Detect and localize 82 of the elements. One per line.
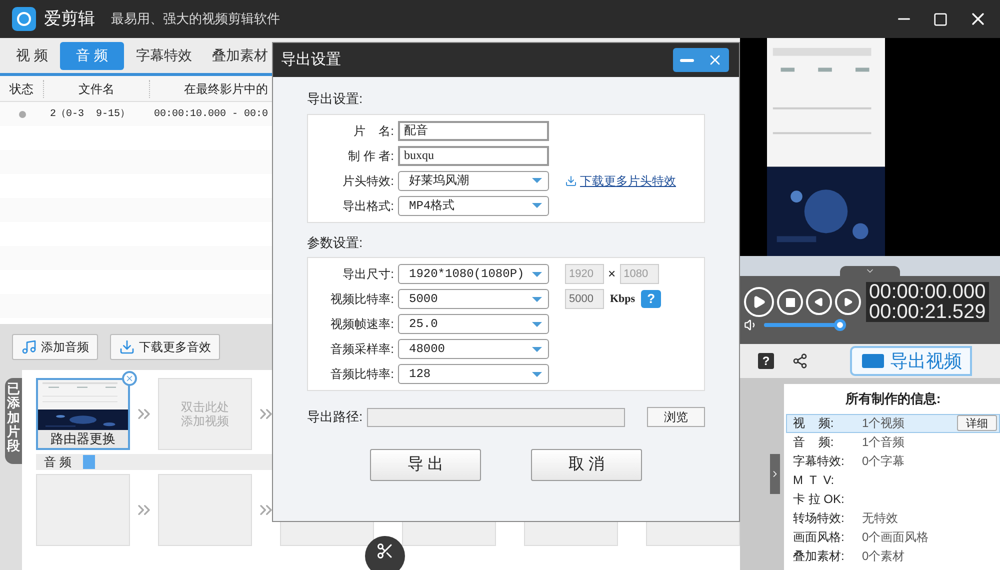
next-frame-button[interactable] [835, 289, 861, 315]
scissors-icon [376, 542, 394, 560]
dropdown[interactable]: 5000 [398, 289, 549, 309]
info-label: 字幕特效: [792, 453, 846, 470]
dialog-button[interactable]: 导 出 [370, 449, 481, 481]
unit-label: Kbps [610, 292, 636, 307]
info-label: 卡 拉 OK: [792, 491, 846, 508]
info-label: 音 频: [792, 434, 835, 451]
dropdown[interactable]: MP4格式 [398, 196, 549, 216]
current-time: 00:00:00.000 [869, 282, 986, 302]
info-value: 1个视频 [862, 415, 905, 432]
field-label: 导出格式: [342, 198, 395, 214]
field-label: 片 名: [352, 122, 395, 140]
dropdown[interactable]: 1920*1080(1080P) [398, 264, 549, 284]
browse-button[interactable]: 浏览 [647, 407, 705, 427]
path-field[interactable] [366, 408, 625, 426]
play-icon [752, 295, 766, 309]
side-tab[interactable]: 已添加片段 [5, 378, 22, 464]
field-label: 音频采样率: [330, 341, 395, 358]
info-value: 1个音频 [862, 434, 905, 451]
expand-handle[interactable] [770, 454, 780, 494]
info-value: 0个画面风格 [862, 529, 929, 546]
minimize-icon [680, 58, 694, 62]
total-time: 00:00:21.529 [869, 302, 986, 322]
app-name: 爱剪辑 [44, 8, 95, 30]
logo-icon [12, 7, 36, 31]
stop-button[interactable] [777, 289, 803, 315]
section-heading: 导出设置: [307, 90, 364, 108]
field-label: 视频帧速率: [330, 316, 395, 333]
table-cell-text: 2（0-3 9-15） [49, 108, 132, 122]
table-cell-text: 00:00:10.000 - 00:0 [153, 108, 268, 122]
times-sign: × [608, 265, 616, 284]
details-button[interactable]: 详细 [957, 415, 997, 431]
dialog-title: 导出设置 [281, 50, 341, 70]
track-label: 音 频 [44, 454, 72, 471]
info-title: 所有制作的信息: [844, 390, 942, 408]
share-icon[interactable] [792, 353, 808, 369]
next-icon [843, 297, 853, 307]
info-label: 转场特效: [792, 510, 846, 527]
clip-title: 路由器更换 [50, 430, 116, 448]
video-clip[interactable]: 路由器更换 [36, 378, 130, 450]
dialog-button[interactable]: 取 消 [531, 449, 642, 481]
text-field[interactable]: 配音 [398, 120, 549, 140]
dropdown[interactable]: 48000 [398, 339, 549, 359]
export-video-button[interactable]: 导出视频 [850, 346, 972, 376]
dropdown[interactable]: 25.0 [398, 314, 549, 334]
text-field[interactable]: buxqu [398, 146, 549, 166]
path-label: 导出路径: [307, 408, 363, 426]
music-plus-icon [21, 339, 37, 355]
download-icon [565, 174, 577, 186]
column-header: 在最终影片中的 [183, 80, 268, 98]
info-label: 画面风格: [792, 529, 846, 546]
field-label: 导出尺寸: [342, 266, 395, 283]
dropdown[interactable]: 好莱坞风潮 [398, 170, 549, 190]
maximize-icon[interactable] [933, 12, 948, 26]
info-label: 视 频: [792, 415, 835, 432]
tab[interactable]: 叠加素材 [204, 42, 276, 70]
info-value: 0个字幕 [862, 453, 905, 470]
info-label: 叠加素材: [792, 548, 846, 565]
tab[interactable]: 视 频 [8, 42, 56, 70]
section-heading: 参数设置: [307, 234, 364, 252]
toolbar-button[interactable]: 添加音频 [12, 334, 98, 360]
column-header: 状态 [0, 80, 44, 98]
tab[interactable]: 字幕特效 [128, 42, 200, 70]
info-label: M T V: [792, 472, 836, 489]
column-header: 文件名 [44, 80, 150, 98]
remove-icon[interactable] [122, 371, 137, 386]
app-slogan: 最易用、强大的视频剪辑软件 [111, 10, 280, 28]
field-label: 片头特效: [342, 172, 395, 190]
play-button[interactable] [744, 287, 774, 317]
field-label: 制 作 者: [346, 148, 395, 164]
info-value: 无特效 [862, 510, 898, 527]
field-label: 视频比特率: [330, 291, 395, 308]
field-label: 音频比特率: [330, 366, 395, 383]
dropdown[interactable]: 128 [398, 364, 549, 384]
download-icon [119, 339, 135, 355]
info-value: 0个素材 [862, 548, 905, 565]
toolbar-button[interactable]: 下载更多音效 [110, 334, 220, 360]
stop-icon [786, 298, 794, 306]
previous-frame-button[interactable] [806, 289, 832, 315]
previous-icon [814, 297, 824, 307]
audio-marker [83, 455, 96, 469]
